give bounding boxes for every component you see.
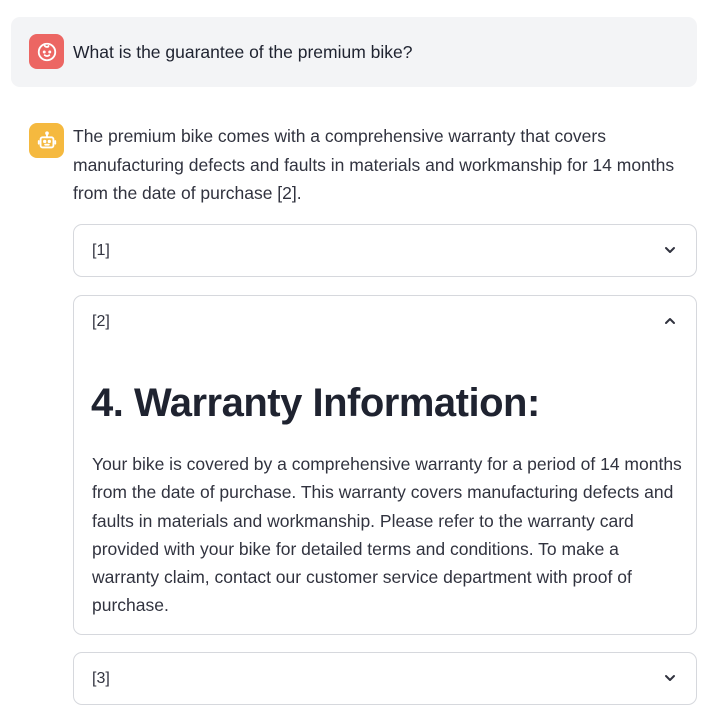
source-expander-3-header[interactable]: [3] xyxy=(74,653,696,705)
source-text: Your bike is covered by a comprehensive … xyxy=(92,454,682,616)
user-message-text: What is the guarantee of the premium bik… xyxy=(73,42,413,62)
source-expander-1: [1] xyxy=(73,224,697,277)
source-expander-3: [3] xyxy=(73,652,697,705)
chat-page: What is the guarantee of the premium bik… xyxy=(0,0,708,716)
source-expander-1-header[interactable]: [1] xyxy=(74,225,696,277)
baby-face-icon xyxy=(37,42,56,61)
source-label: [2] xyxy=(92,313,110,330)
source-expander-2-header[interactable]: [2] xyxy=(74,296,696,348)
user-message: What is the guarantee of the premium bik… xyxy=(11,17,697,87)
source-expander-2: [2] 4. Warranty Information: Your bike i… xyxy=(73,295,697,635)
chevron-up-icon[interactable] xyxy=(662,313,678,329)
chevron-down-icon[interactable] xyxy=(662,242,678,258)
source-label: [1] xyxy=(92,242,110,259)
robot-icon xyxy=(37,130,56,148)
user-avatar xyxy=(29,34,64,69)
source-label: [3] xyxy=(92,670,110,687)
source-title: 4. Warranty Information: xyxy=(91,381,540,425)
chevron-down-icon[interactable] xyxy=(662,670,678,686)
assistant-answer-text: The premium bike comes with a comprehens… xyxy=(73,126,675,203)
assistant-avatar xyxy=(29,123,64,158)
